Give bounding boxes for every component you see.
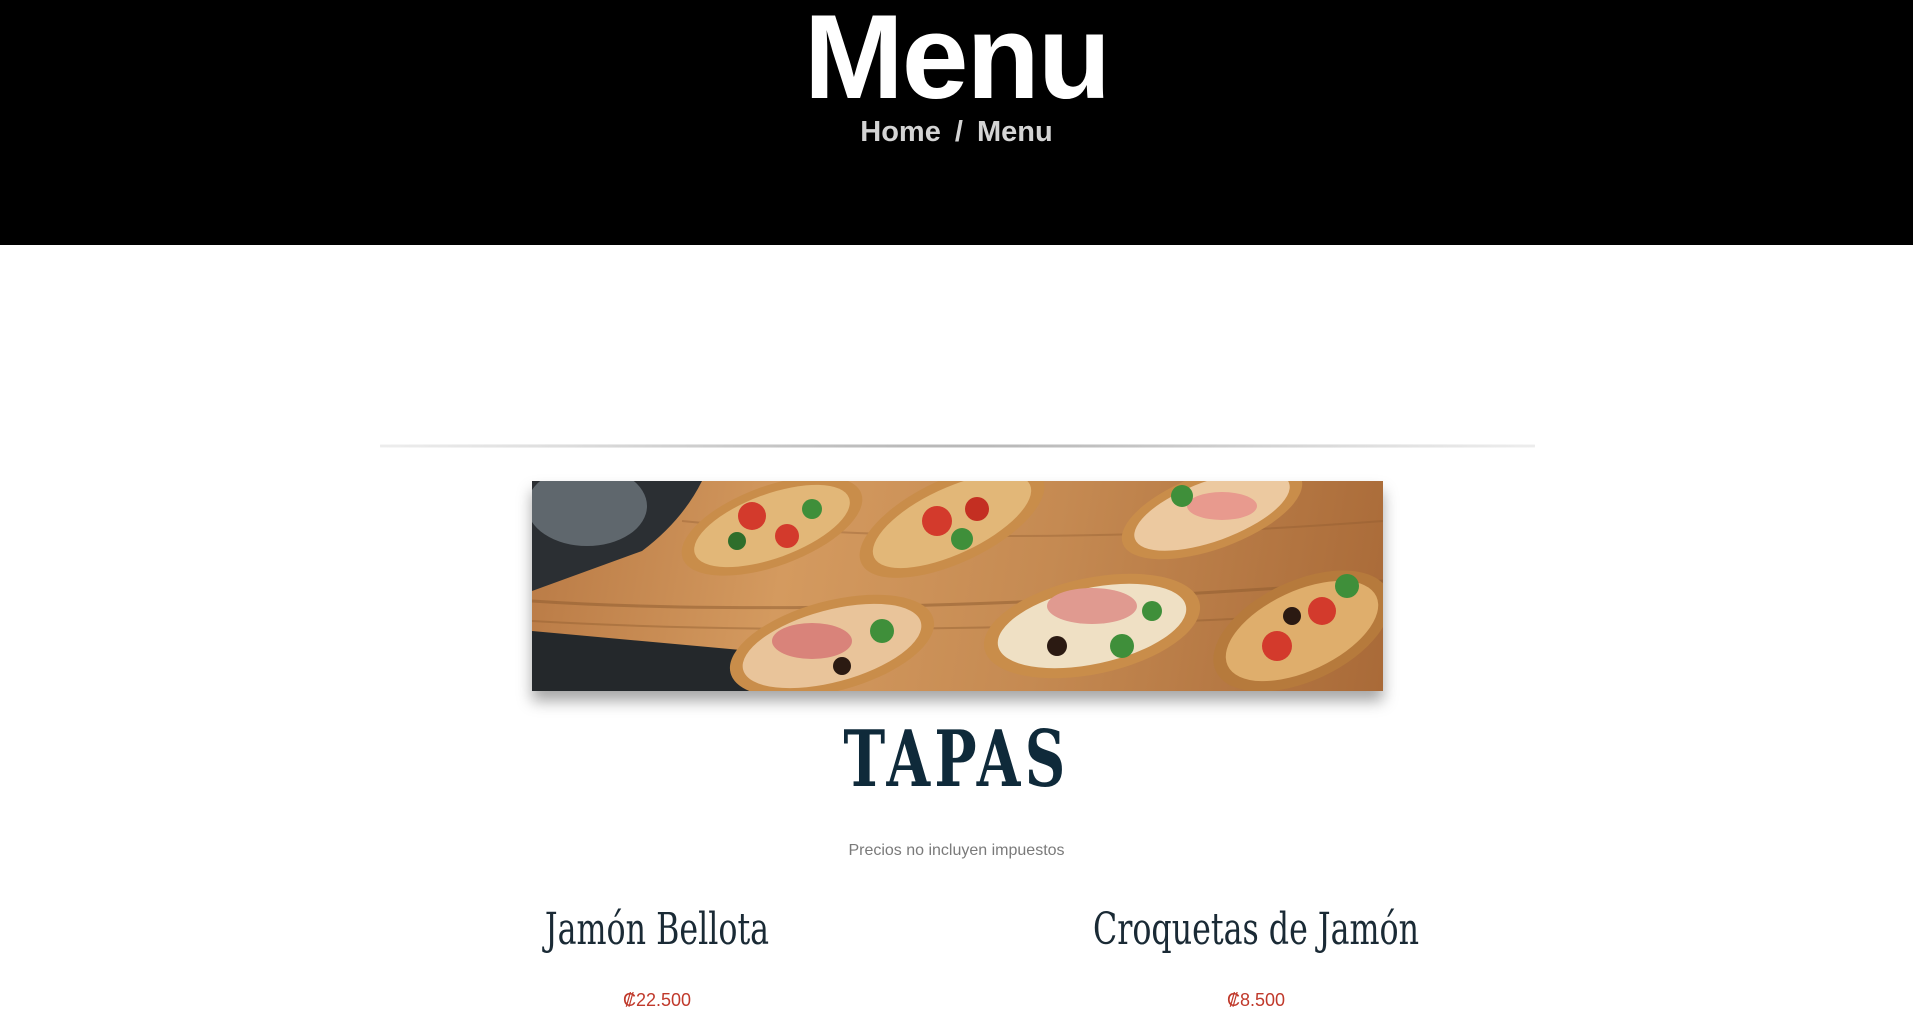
breadcrumb-separator: / xyxy=(954,116,963,148)
menu-item: Jamón Bellota ₡22.500 xyxy=(407,900,907,1010)
page-hero: Menu Home / Menu xyxy=(0,0,1913,245)
menu-item-price: ₡8.500 xyxy=(1226,990,1286,1010)
breadcrumb: Home / Menu xyxy=(0,114,1913,150)
section-divider xyxy=(380,444,1535,448)
breadcrumb-current: Menu xyxy=(977,116,1053,148)
tapas-banner-image xyxy=(532,481,1383,691)
menu-item: Croquetas de Jamón ₡8.500 xyxy=(1006,900,1506,1010)
page-title: Menu xyxy=(803,0,1111,124)
menu-item-name: Croquetas de Jamón xyxy=(1092,904,1420,955)
menu-item-price: ₡22.500 xyxy=(622,990,692,1010)
menu-item-name: Jamón Bellota xyxy=(544,904,770,955)
price-note: Precios no incluyen impuestos xyxy=(848,842,1065,859)
section-title: TAPAS xyxy=(843,714,1070,805)
breadcrumb-home-link[interactable]: Home xyxy=(860,116,941,148)
